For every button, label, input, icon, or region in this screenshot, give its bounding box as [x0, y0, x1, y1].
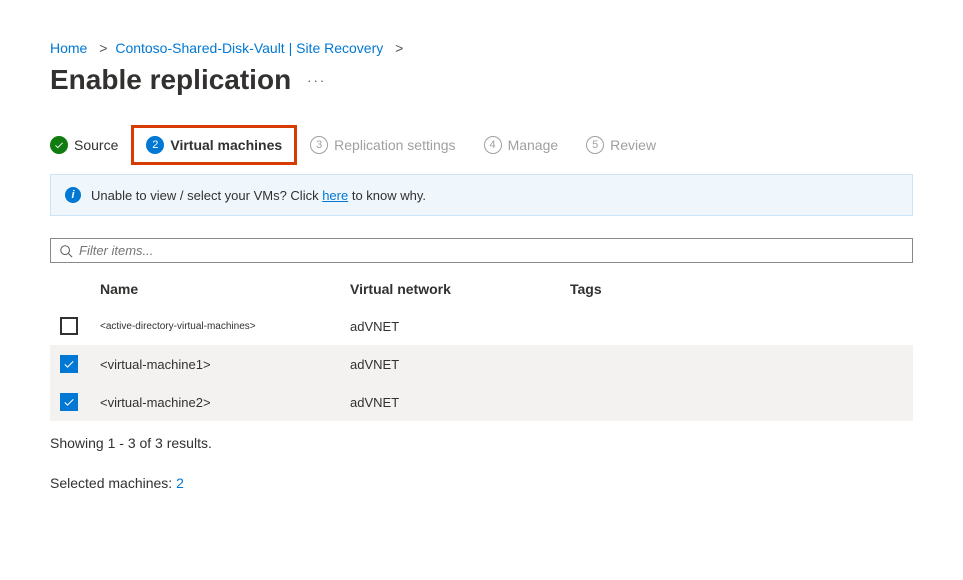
tab-label: Replication settings [334, 137, 455, 153]
info-icon: i [65, 187, 81, 203]
tab-review[interactable]: 5 Review [586, 136, 656, 154]
vm-table: Name Virtual network Tags <active-direct… [50, 273, 913, 421]
step-number-icon: 3 [310, 136, 328, 154]
col-net: Virtual network [350, 281, 570, 297]
col-name: Name [100, 281, 350, 297]
tab-manage[interactable]: 4 Manage [484, 136, 559, 154]
page-title: Enable replication [50, 64, 291, 96]
table-row[interactable]: <virtual-machine2>adVNET [50, 383, 913, 421]
breadcrumb-vault[interactable]: Contoso-Shared-Disk-Vault | Site Recover… [115, 40, 383, 56]
breadcrumb: Home > Contoso-Shared-Disk-Vault | Site … [50, 40, 913, 56]
info-text: Unable to view / select your VMs? Click … [91, 188, 426, 203]
tab-virtual-machines[interactable]: 2 Virtual machines [131, 125, 297, 165]
step-number-icon: 4 [484, 136, 502, 154]
filter-box[interactable] [50, 238, 913, 263]
breadcrumb-home[interactable]: Home [50, 40, 87, 56]
results-text: Showing 1 - 3 of 3 results. [50, 435, 913, 451]
checkbox[interactable] [60, 393, 78, 411]
step-number-icon: 5 [586, 136, 604, 154]
checkbox[interactable] [60, 317, 78, 335]
selected-machines: Selected machines: 2 [50, 475, 913, 491]
step-number-icon: 2 [146, 136, 164, 154]
table-row[interactable]: <virtual-machine1>adVNET [50, 345, 913, 383]
table-header: Name Virtual network Tags [50, 273, 913, 307]
tab-source[interactable]: 1 Source [50, 136, 118, 154]
check-icon: 1 [50, 136, 68, 154]
tab-label: Virtual machines [170, 137, 282, 153]
vm-network: adVNET [350, 319, 570, 334]
tab-label: Source [74, 137, 118, 153]
tab-label: Review [610, 137, 656, 153]
checkbox[interactable] [60, 355, 78, 373]
vm-network: adVNET [350, 357, 570, 372]
vm-network: adVNET [350, 395, 570, 410]
vm-name: <active-directory-virtual-machines> [100, 321, 350, 332]
tab-replication-settings[interactable]: 3 Replication settings [310, 136, 455, 154]
chevron-right-icon: > [99, 40, 107, 56]
search-icon [59, 244, 73, 258]
info-link[interactable]: here [322, 188, 348, 203]
selected-count: 2 [176, 475, 184, 491]
chevron-right-icon: > [395, 40, 403, 56]
table-row[interactable]: <active-directory-virtual-machines>adVNE… [50, 307, 913, 345]
more-actions-icon[interactable]: ··· [307, 73, 326, 88]
vm-name: <virtual-machine2> [100, 395, 350, 410]
info-bar: i Unable to view / select your VMs? Clic… [50, 174, 913, 216]
col-tags: Tags [570, 281, 903, 297]
filter-input[interactable] [79, 243, 904, 258]
wizard-tabs: 1 Source 2 Virtual machines 3 Replicatio… [50, 136, 913, 154]
tab-label: Manage [508, 137, 559, 153]
vm-name: <virtual-machine1> [100, 357, 350, 372]
